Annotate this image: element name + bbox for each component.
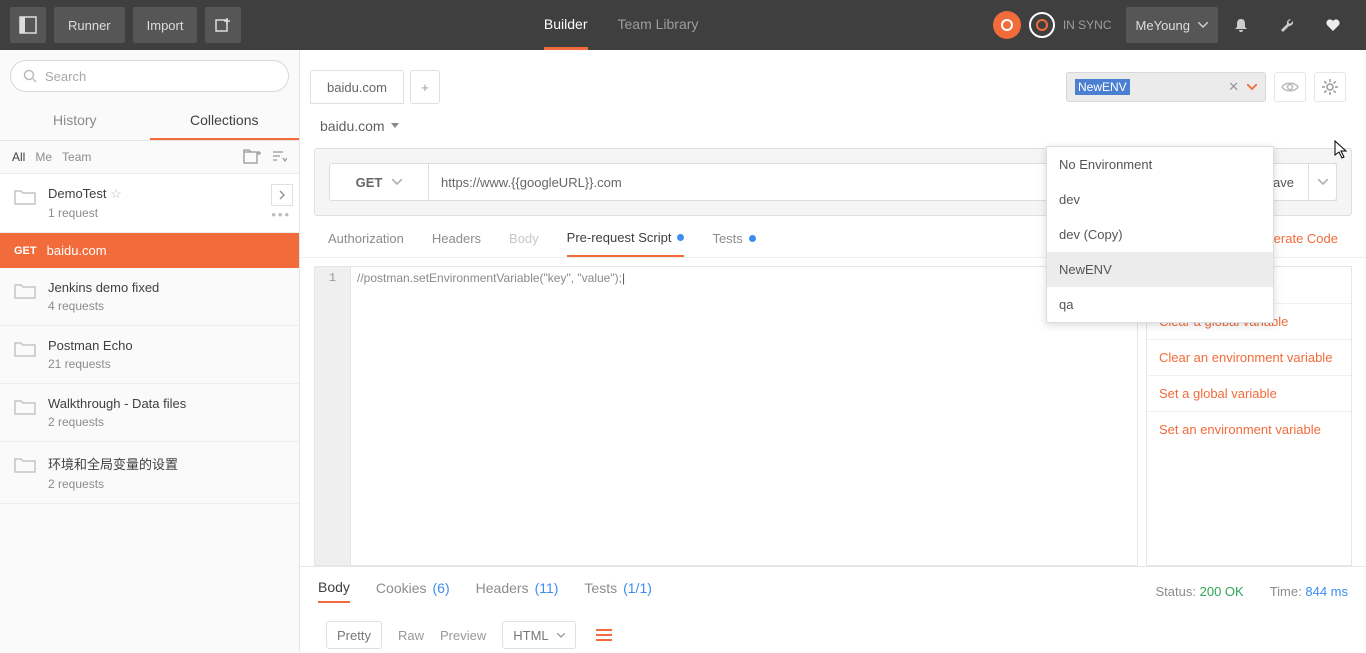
manage-env-button[interactable] <box>1314 72 1346 102</box>
filter-team[interactable]: Team <box>62 150 91 164</box>
code-line: //postman.setEnvironmentVariable("key", … <box>357 271 622 285</box>
history-tab[interactable]: History <box>0 102 150 140</box>
search-input[interactable]: Search <box>10 60 289 92</box>
folder-icon <box>14 340 36 358</box>
folder-icon <box>14 282 36 300</box>
sync-secondary-icon <box>1029 12 1055 38</box>
sidebar: Search History Collections All Me Team <box>0 50 300 652</box>
response-tab-cookies[interactable]: Cookies (6) <box>376 580 450 602</box>
view-raw-button[interactable]: Raw <box>398 628 424 643</box>
wrap-lines-icon[interactable] <box>596 629 612 641</box>
collection-item[interactable]: Jenkins demo fixed 4 requests <box>0 268 299 326</box>
settings-wrench-icon[interactable] <box>1272 7 1302 43</box>
new-collection-icon[interactable] <box>243 149 261 165</box>
env-option[interactable]: No Environment <box>1047 147 1273 182</box>
collection-item[interactable]: Postman Echo 21 requests <box>0 326 299 384</box>
collection-name: 环境和全局变量的设置 <box>48 454 178 473</box>
heart-icon[interactable] <box>1318 7 1348 43</box>
quick-look-button[interactable] <box>1274 72 1306 102</box>
format-select[interactable]: HTML <box>502 621 575 649</box>
collection-sub: 2 requests <box>48 477 178 491</box>
import-button[interactable]: Import <box>133 7 198 43</box>
request-title[interactable]: baidu.com <box>300 104 1366 148</box>
sync-status-text: IN SYNC <box>1063 18 1112 32</box>
collection-name: Walkthrough - Data files <box>48 396 186 411</box>
dot-indicator-icon <box>677 234 684 241</box>
save-options-button[interactable] <box>1309 163 1337 201</box>
snippet-item[interactable]: Set an environment variable <box>1147 411 1351 447</box>
toggle-sidebar-button[interactable] <box>10 7 46 43</box>
filter-all[interactable]: All <box>12 150 25 164</box>
sync-status-icon[interactable] <box>993 11 1021 39</box>
tab-authorization[interactable]: Authorization <box>328 231 404 256</box>
team-library-tab[interactable]: Team Library <box>618 0 699 50</box>
request-tab[interactable]: baidu.com <box>310 70 404 104</box>
collection-expand-button[interactable] <box>271 184 293 206</box>
method-select[interactable]: GET <box>329 163 429 201</box>
tab-tests[interactable]: Tests <box>712 231 755 256</box>
clear-env-icon[interactable]: ✕ <box>1228 79 1239 95</box>
collection-item[interactable]: 环境和全局变量的设置 2 requests <box>0 442 299 504</box>
code-editor[interactable]: 1 //postman.setEnvironmentVariable("key"… <box>314 266 1138 566</box>
env-option[interactable]: dev <box>1047 182 1273 217</box>
collection-name: Postman Echo <box>48 338 133 353</box>
filter-me[interactable]: Me <box>35 150 52 164</box>
response-tab-tests[interactable]: Tests (1/1) <box>584 580 651 602</box>
star-icon[interactable]: ☆ <box>110 186 122 201</box>
environment-select[interactable]: NewENV ✕ <box>1066 72 1266 102</box>
line-gutter: 1 <box>315 267 351 565</box>
env-option[interactable]: dev (Copy) <box>1047 217 1273 252</box>
account-menu-button[interactable]: MeYoung <box>1126 7 1218 43</box>
notifications-icon[interactable] <box>1226 7 1256 43</box>
tab-prerequest[interactable]: Pre-request Script <box>567 230 685 257</box>
tab-headers[interactable]: Headers <box>432 231 481 256</box>
view-pretty-button[interactable]: Pretty <box>326 621 382 649</box>
collection-sub: 2 requests <box>48 415 186 429</box>
builder-tab[interactable]: Builder <box>544 0 588 50</box>
env-option[interactable]: qa <box>1047 287 1273 322</box>
folder-icon <box>14 456 36 474</box>
view-preview-button[interactable]: Preview <box>440 628 486 643</box>
snippet-item[interactable]: Clear an environment variable <box>1147 339 1351 375</box>
account-name: MeYoung <box>1136 18 1190 33</box>
collection-sub: 4 requests <box>48 299 159 313</box>
request-row-active[interactable]: GET baidu.com <box>0 233 299 268</box>
env-option[interactable]: NewENV <box>1047 252 1273 287</box>
folder-icon <box>14 398 36 416</box>
environment-selected-value: NewENV <box>1075 79 1130 95</box>
response-tab-body[interactable]: Body <box>318 579 350 603</box>
runner-button[interactable]: Runner <box>54 7 125 43</box>
dot-indicator-icon <box>749 235 756 242</box>
collection-sub: 1 request <box>48 206 122 220</box>
environment-dropdown: No Environment dev dev (Copy) NewENV qa <box>1046 146 1274 323</box>
collection-sub: 21 requests <box>48 357 133 371</box>
new-window-button[interactable] <box>205 7 241 43</box>
collection-item[interactable]: Walkthrough - Data files 2 requests <box>0 384 299 442</box>
request-name: baidu.com <box>47 243 107 258</box>
request-method: GET <box>14 245 37 257</box>
folder-icon <box>14 188 36 206</box>
response-tab-headers[interactable]: Headers (11) <box>476 580 559 602</box>
collection-name: DemoTest <box>48 186 107 201</box>
add-tab-button[interactable]: + <box>410 70 440 104</box>
more-options-icon[interactable]: ••• <box>271 207 291 222</box>
env-dropdown-caret-icon[interactable] <box>1247 84 1257 90</box>
snippet-item[interactable]: Set a global variable <box>1147 375 1351 411</box>
collection-name: Jenkins demo fixed <box>48 280 159 295</box>
response-status: Status: 200 OK <box>1156 584 1244 599</box>
top-bar: Runner Import Builder Team Library IN SY… <box>0 0 1366 50</box>
tab-body[interactable]: Body <box>509 231 539 256</box>
caret-down-icon <box>391 123 399 129</box>
search-placeholder: Search <box>45 69 86 84</box>
sort-icon[interactable] <box>271 150 287 164</box>
collections-tab[interactable]: Collections <box>150 102 300 140</box>
response-time: Time: 844 ms <box>1270 584 1348 599</box>
search-icon <box>23 69 37 83</box>
collection-item[interactable]: DemoTest ☆ 1 request ••• <box>0 174 299 233</box>
